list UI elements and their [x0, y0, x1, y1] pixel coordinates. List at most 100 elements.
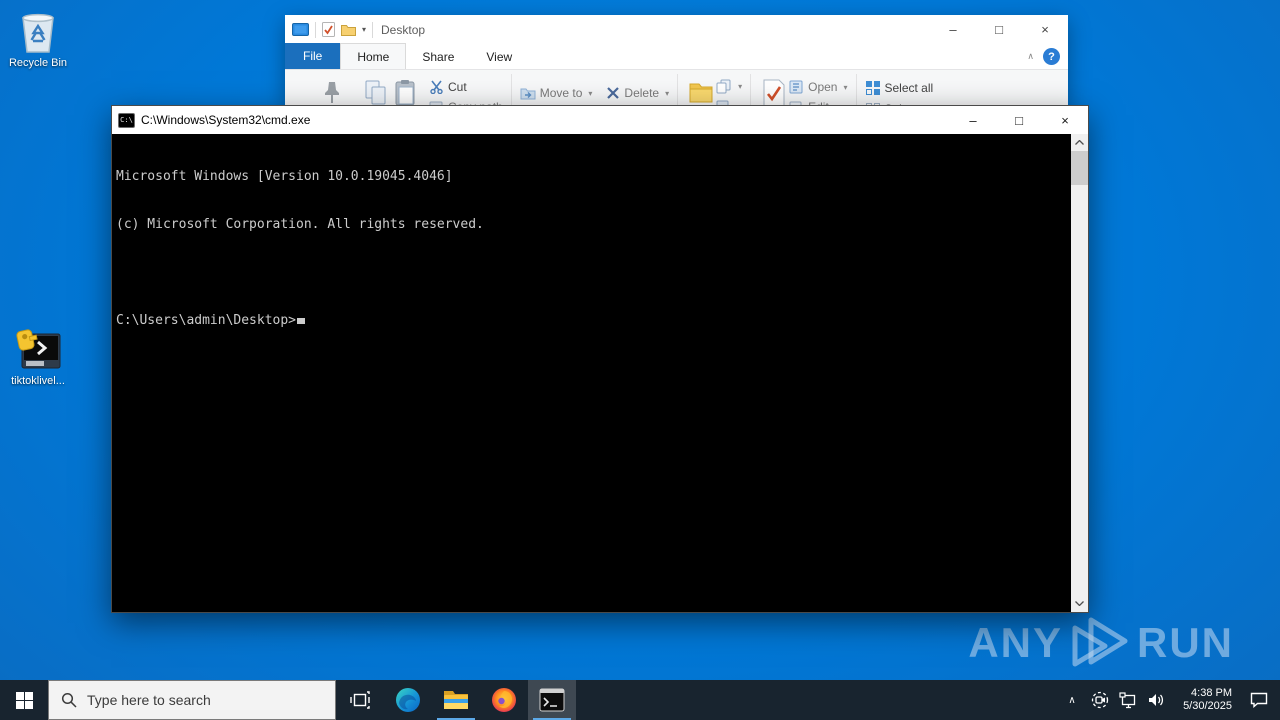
- desktop-icon-recycle-bin[interactable]: Recycle Bin: [5, 10, 71, 69]
- delete-label: Delete: [624, 86, 660, 100]
- console-prompt-line: C:\Users\admin\Desktop>: [116, 313, 1068, 329]
- explorer-maximize-button[interactable]: □: [976, 15, 1022, 44]
- clock-time: 4:38 PM: [1191, 687, 1232, 699]
- move-to-dropdown-icon: ▾: [588, 88, 593, 98]
- ribbon-separator: [510, 74, 512, 105]
- desktop-icon-label: Recycle Bin: [8, 57, 68, 69]
- ribbon-separator: [855, 74, 857, 105]
- search-icon: [61, 692, 77, 708]
- explorer-ribbon: Cut Copy path Move to ▾ Delete ▾: [285, 70, 1068, 105]
- anyrun-watermark: ANY RUN: [968, 616, 1234, 670]
- tab-share[interactable]: Share: [406, 45, 470, 69]
- cmd-window: C:\ C:\Windows\System32\cmd.exe – □ × Mi…: [111, 105, 1089, 613]
- select-all-button[interactable]: Select all: [865, 80, 948, 96]
- open-button[interactable]: Open ▾: [789, 80, 848, 94]
- network-tray-icon[interactable]: [1116, 680, 1140, 720]
- taskbar-cmd-button[interactable]: [528, 680, 576, 720]
- edge-icon: [396, 688, 420, 712]
- cmd-taskbar-icon: [539, 688, 565, 712]
- cmd-scrollbar[interactable]: [1071, 134, 1088, 612]
- cmd-maximize-button[interactable]: □: [996, 106, 1042, 134]
- new-item-icon: [716, 79, 731, 94]
- start-button[interactable]: [0, 680, 48, 720]
- cmd-caption-buttons: – □ ×: [950, 106, 1088, 134]
- delete-x-icon: [607, 87, 620, 99]
- clock-date: 5/30/2025: [1183, 700, 1232, 712]
- cmd-app-icon: C:\: [118, 112, 135, 128]
- explorer-close-button[interactable]: ×: [1022, 15, 1068, 44]
- action-center-icon: [1250, 692, 1268, 708]
- console-prompt: C:\Users\admin\Desktop>: [116, 313, 297, 328]
- open-label: Open: [808, 80, 838, 94]
- help-button[interactable]: ?: [1043, 48, 1060, 65]
- scissors-icon: [430, 80, 443, 94]
- scroll-down-icon[interactable]: [1071, 595, 1088, 612]
- tab-file[interactable]: File: [285, 43, 341, 69]
- action-center-button[interactable]: [1240, 680, 1278, 720]
- volume-tray-icon[interactable]: [1144, 680, 1168, 720]
- system-tray: ∧ 4:38 PM 5/30/2025: [1060, 680, 1280, 720]
- taskbar-search[interactable]: [48, 680, 336, 720]
- cmd-titlebar[interactable]: C:\ C:\Windows\System32\cmd.exe – □ ×: [112, 106, 1088, 134]
- search-input[interactable]: [87, 692, 307, 708]
- open-dropdown-icon: ▾: [843, 82, 848, 92]
- ribbon-separator: [677, 74, 679, 105]
- select-all-label: Select all: [884, 81, 934, 95]
- watermark-text-any: ANY: [968, 619, 1063, 666]
- scrollbar-thumb[interactable]: [1071, 151, 1088, 185]
- explorer-minimize-button[interactable]: –: [930, 15, 976, 44]
- properties-icon[interactable]: [759, 77, 789, 105]
- task-view-button[interactable]: [336, 680, 384, 720]
- console-cursor: [297, 318, 306, 324]
- firefox-icon: [492, 688, 516, 712]
- copy-icon[interactable]: [361, 78, 391, 105]
- batch-file-icon: [5, 328, 71, 372]
- new-folder-qat-icon[interactable]: [341, 23, 356, 36]
- taskbar-file-explorer-button[interactable]: [432, 680, 480, 720]
- taskbar-firefox-button[interactable]: [480, 680, 528, 720]
- cmd-window-title: C:\Windows\System32\cmd.exe: [141, 113, 311, 127]
- explorer-titlebar: ▾ Desktop – □ ×: [285, 15, 1068, 44]
- cut-button[interactable]: Cut: [429, 80, 503, 94]
- explorer-window: ▾ Desktop – □ × File Home Share View ∧ ?: [285, 15, 1068, 105]
- ribbon-separator: [750, 74, 752, 105]
- camera-tray-icon[interactable]: [1088, 680, 1112, 720]
- scroll-up-icon[interactable]: [1071, 134, 1088, 151]
- anyrun-logo-icon: [1069, 616, 1131, 670]
- new-folder-icon[interactable]: [686, 78, 716, 104]
- console-line: Microsoft Windows [Version 10.0.19045.40…: [116, 169, 453, 184]
- console-line: (c) Microsoft Corporation. All rights re…: [116, 217, 484, 232]
- divider: [372, 21, 374, 38]
- new-item-dropdown-icon: ▾: [738, 82, 743, 91]
- tab-view[interactable]: View: [470, 45, 528, 69]
- taskbar-edge-button[interactable]: [384, 680, 432, 720]
- delete-dropdown-icon: ▾: [665, 88, 670, 98]
- cut-label: Cut: [448, 80, 467, 94]
- desktop-icon-label: tiktoklivel...: [11, 375, 65, 387]
- show-hidden-icons-chevron[interactable]: ∧: [1060, 680, 1084, 720]
- pin-to-quick-access-icon[interactable]: [317, 78, 347, 104]
- cmd-minimize-button[interactable]: –: [950, 106, 996, 134]
- watermark-text-run: RUN: [1137, 619, 1234, 666]
- properties-qat-icon[interactable]: [322, 22, 335, 37]
- paste-icon[interactable]: [391, 78, 421, 105]
- tab-home[interactable]: Home: [340, 43, 407, 69]
- qat-customize-dropdown-icon[interactable]: ▾: [362, 25, 366, 34]
- select-all-icon: [865, 81, 880, 95]
- taskbar: ∧ 4:38 PM 5/30/2025: [0, 680, 1280, 720]
- explorer-ribbon-tabs: File Home Share View ∧ ?: [285, 43, 1068, 70]
- windows-logo-icon: [15, 691, 33, 709]
- taskbar-clock[interactable]: 4:38 PM 5/30/2025: [1172, 687, 1236, 713]
- move-to-label: Move to: [539, 86, 583, 100]
- new-item-button[interactable]: ▾: [716, 79, 742, 94]
- move-to-button[interactable]: Move to ▾: [520, 86, 593, 100]
- cmd-console[interactable]: Microsoft Windows [Version 10.0.19045.40…: [112, 134, 1088, 612]
- delete-button[interactable]: Delete ▾: [606, 86, 669, 100]
- task-view-icon: [350, 691, 370, 709]
- open-icon: [789, 80, 803, 94]
- file-explorer-icon: [444, 691, 468, 709]
- ribbon-collapse-icon[interactable]: ∧: [1027, 51, 1034, 62]
- desktop-icon-tiktoklivel[interactable]: tiktoklivel...: [5, 328, 71, 387]
- divider: [315, 21, 316, 38]
- cmd-close-button[interactable]: ×: [1042, 106, 1088, 134]
